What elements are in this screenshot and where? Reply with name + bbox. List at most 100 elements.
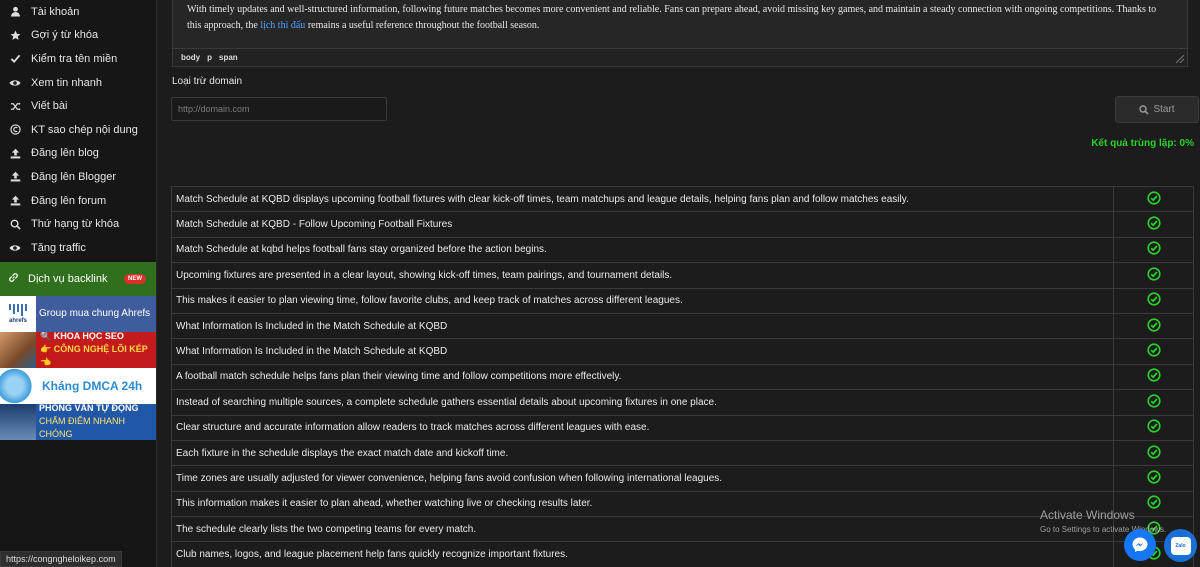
- sidebar-item-label: Đăng lên forum: [31, 194, 107, 207]
- check-circle-icon: [1146, 444, 1161, 462]
- sentence-cell: Club names, logos, and league placement …: [171, 541, 1114, 567]
- exclude-domain-label: Loại trừ domain: [172, 76, 243, 87]
- dmca-banner[interactable]: Kháng DMCA 24h: [0, 367, 156, 404]
- table-row: Instead of searching multiple sources, a…: [171, 389, 1194, 416]
- editor-link[interactable]: lịch thi đấu: [260, 20, 305, 31]
- table-row: Time zones are usually adjusted for view…: [171, 465, 1194, 492]
- sidebar-item-label: Xem tin nhanh: [31, 76, 102, 89]
- sidebar-item-label: Đăng lên blog: [31, 147, 99, 160]
- table-row: A football match schedule helps fans pla…: [171, 363, 1194, 391]
- content-editor[interactable]: With timely updates and well-structured …: [172, 0, 1188, 67]
- ahrefs-logo: ahrefs: [0, 295, 36, 332]
- interview-banner[interactable]: PHỎNG VẤN TỰ ĐỘNG CHẤM ĐIỂM NHANH CHÓNG: [0, 403, 156, 440]
- sentence-cell: This makes it easier to plan viewing tim…: [171, 287, 1114, 314]
- status-cell: [1113, 185, 1194, 213]
- seo-course-banner[interactable]: 🔍 KHÓA HỌC SEO 👉 CÔNG NGHỆ LÕI KÉP 👈: [0, 331, 156, 368]
- sidebar-item-9[interactable]: Đăng lên forum: [0, 189, 156, 213]
- banner-photo: [0, 331, 36, 368]
- sidebar-item-label: KT sao chép nội dung: [31, 123, 138, 136]
- eye-icon: [8, 78, 22, 88]
- sidebar-item-7[interactable]: Đăng lên blog: [0, 142, 156, 166]
- sentence-cell: Each fixture in the schedule displays th…: [171, 439, 1114, 467]
- link-icon: [8, 272, 19, 286]
- sidebar: Tài khoản Gợi ý từ khóa Kiểm tra tên miền X…: [0, 0, 157, 567]
- exclude-domain-input[interactable]: [171, 97, 387, 121]
- new-badge: NEW: [124, 273, 146, 284]
- table-row: This information makes it easier to plan…: [171, 490, 1194, 518]
- sidebar-item-label: Gợi ý từ khóa: [31, 29, 99, 42]
- status-cell: [1113, 236, 1194, 264]
- sentence-cell: The schedule clearly lists the two compe…: [171, 516, 1114, 543]
- check-circle-icon: [1146, 241, 1161, 258]
- check-circle-icon: [1146, 318, 1161, 335]
- sentence-cell: Match Schedule at kqbd helps football fa…: [171, 236, 1114, 264]
- sidebar-item-label: Đăng lên Blogger: [31, 170, 117, 183]
- status-cell: [1113, 363, 1194, 391]
- search-icon: [8, 219, 22, 230]
- sidebar-item-6[interactable]: KT sao chép nội dung: [0, 118, 156, 142]
- status-cell: [1113, 312, 1194, 340]
- messenger-icon: [1132, 537, 1148, 552]
- sidebar-item-label: Dịch vụ backlink: [28, 272, 108, 285]
- status-cell: [1113, 338, 1194, 365]
- banner-line-1: 🔍 KHÓA HỌC SEO: [40, 331, 124, 342]
- sidebar-item-label: Tài khoản: [31, 5, 80, 18]
- status-cell: [1113, 465, 1194, 492]
- table-row: This makes it easier to plan viewing tim…: [171, 287, 1194, 314]
- sentence-cell: Upcoming fixtures are presented in a cle…: [171, 262, 1114, 289]
- sentence-cell: Clear structure and accurate information…: [171, 414, 1114, 441]
- check-circle-icon: [1146, 419, 1161, 436]
- messenger-button[interactable]: [1124, 529, 1156, 561]
- table-row: Match Schedule at KQBD - Follow Upcoming…: [171, 211, 1194, 238]
- sidebar-item-backlink[interactable]: Dịch vụ backlink NEW: [0, 261, 156, 296]
- banner-line-2: 👉 CÔNG NGHỆ LÕI KÉP 👈: [40, 344, 148, 368]
- duplicate-result: Kết quả trùng lặp: 0%: [1091, 138, 1194, 149]
- sentence-cell: This information makes it easier to plan…: [171, 490, 1114, 518]
- upload-icon: [8, 148, 22, 159]
- path-body[interactable]: body: [181, 53, 200, 62]
- zalo-icon: Zalo: [1170, 536, 1191, 555]
- star-icon: [8, 30, 22, 41]
- banner-photo: [0, 403, 36, 440]
- check-circle-icon: [1146, 394, 1161, 411]
- sidebar-item-8[interactable]: Đăng lên Blogger: [0, 165, 156, 189]
- status-cell: [1113, 287, 1194, 314]
- sidebar-item-5[interactable]: Viết bài: [0, 94, 156, 118]
- sidebar-item-10[interactable]: Thứ hạng từ khóa: [0, 212, 156, 236]
- status-cell: [1113, 262, 1194, 289]
- check-circle-icon: [1146, 470, 1161, 487]
- editor-content[interactable]: With timely updates and well-structured …: [173, 0, 1187, 34]
- check-icon: [8, 53, 22, 64]
- status-cell: [1113, 439, 1194, 467]
- sidebar-item-1[interactable]: Tài khoản: [0, 0, 156, 24]
- path-span[interactable]: span: [219, 53, 238, 62]
- sidebar-item-label: Viết bài: [31, 100, 68, 113]
- sidebar-item-11[interactable]: Tăng traffic: [0, 236, 156, 260]
- copyright-icon: [8, 124, 22, 135]
- editor-text: remains a useful reference throughout th…: [305, 20, 540, 31]
- upload-icon: [8, 171, 22, 182]
- table-row: Each fixture in the schedule displays th…: [171, 439, 1194, 467]
- ahrefs-group-banner[interactable]: ahrefs Group mua chung Ahrefs: [0, 295, 156, 332]
- banner-line-2: CHẤM ĐIỂM NHANH CHÓNG: [39, 416, 126, 440]
- start-button[interactable]: Start: [1115, 96, 1199, 123]
- zalo-button[interactable]: Zalo: [1164, 529, 1197, 562]
- sidebar-item-4[interactable]: Xem tin nhanh: [0, 71, 156, 95]
- eye-icon: [8, 243, 22, 253]
- resize-handle-icon[interactable]: [1176, 55, 1184, 63]
- banner-line-1: PHỎNG VẤN TỰ ĐỘNG: [39, 403, 139, 414]
- check-circle-icon: [1146, 368, 1161, 385]
- sidebar-item-2[interactable]: Gợi ý từ khóa: [0, 24, 156, 48]
- path-p[interactable]: p: [207, 53, 212, 62]
- table-row: Clear structure and accurate information…: [171, 414, 1194, 441]
- table-row: Match Schedule at kqbd helps football fa…: [171, 236, 1194, 264]
- results-table: Match Schedule at KQBD displays upcoming…: [171, 185, 1194, 567]
- search-icon: [1139, 104, 1150, 115]
- table-row: The schedule clearly lists the two compe…: [171, 516, 1194, 543]
- start-button-label: Start: [1153, 104, 1175, 115]
- cloud-icon: [0, 367, 36, 404]
- upload-icon: [8, 195, 22, 206]
- table-row: What Information Is Included in the Matc…: [171, 312, 1194, 340]
- sidebar-item-3[interactable]: Kiểm tra tên miền: [0, 47, 156, 71]
- element-path-bar: body p span: [173, 48, 1187, 66]
